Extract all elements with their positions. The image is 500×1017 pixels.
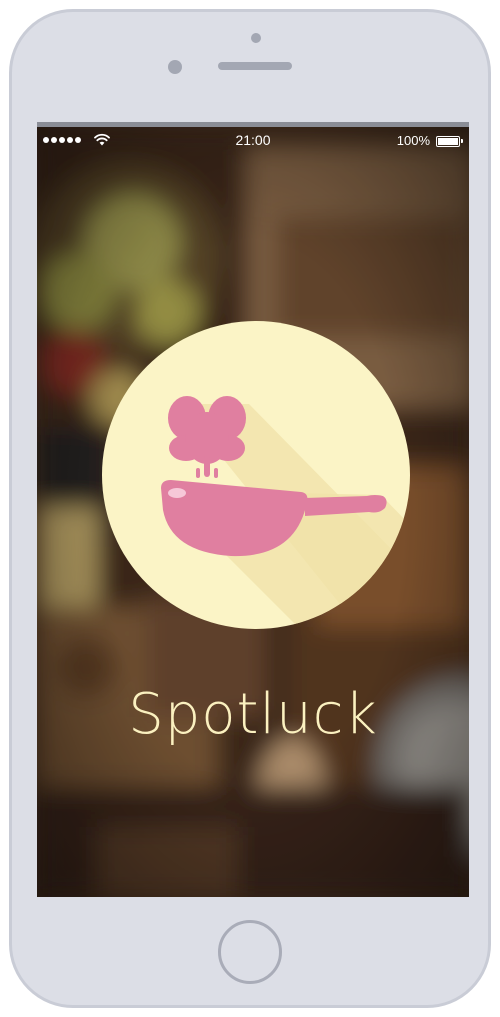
battery-icon — [436, 136, 463, 147]
proximity-sensor — [251, 33, 261, 43]
screen: 21:00 100% Spotluck — [37, 122, 469, 897]
wok-with-leaf-icon — [102, 321, 410, 629]
battery-percentage: 100% — [396, 133, 430, 148]
earpiece-speaker — [218, 62, 292, 70]
front-camera — [168, 60, 182, 74]
status-bar: 21:00 100% — [37, 127, 469, 157]
home-button[interactable] — [218, 920, 282, 984]
app-name-title: Spotluck — [128, 682, 378, 747]
phone-device-frame: 21:00 100% Spotluck — [9, 9, 491, 1008]
